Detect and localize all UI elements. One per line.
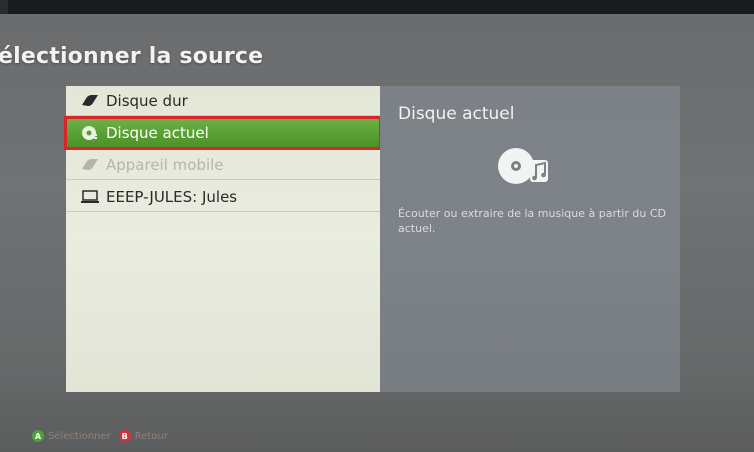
- source-item-computer[interactable]: EEEP-JULES: Jules: [66, 182, 380, 212]
- source-item-current-disc[interactable]: Disque actuel: [64, 116, 382, 150]
- page-title: électionner la source: [0, 44, 264, 69]
- computer-icon: [80, 189, 100, 205]
- detail-title: Disque actuel: [398, 104, 515, 124]
- mobile-device-icon: [80, 157, 100, 173]
- source-item-label: Appareil mobile: [106, 155, 224, 174]
- b-button-icon: B: [118, 430, 131, 442]
- monitor-bezel: [0, 0, 754, 14]
- source-list: Disque dur Disque actuel Appareil mobile…: [64, 86, 382, 392]
- source-item-label: EEEP-JULES: Jules: [106, 187, 238, 206]
- source-item-label: Disque dur: [106, 91, 188, 110]
- hard-drive-icon: [80, 93, 100, 109]
- select-hint-label: Sélectionner: [48, 430, 111, 442]
- detail-panel: Disque actuel Écouter ou extraire de la …: [380, 86, 680, 392]
- controller-hints: A Sélectionner B Retour: [32, 430, 168, 442]
- disc-icon: [80, 125, 100, 141]
- source-item-label: Disque actuel: [106, 124, 209, 142]
- a-button-icon: A: [32, 430, 44, 442]
- back-hint-label: Retour: [134, 430, 168, 442]
- source-item-mobile-device[interactable]: Appareil mobile: [66, 150, 380, 180]
- disc-music-icon: [494, 144, 554, 188]
- detail-description: Écouter ou extraire de la musique à part…: [398, 207, 666, 235]
- source-item-hard-drive[interactable]: Disque dur: [66, 86, 380, 116]
